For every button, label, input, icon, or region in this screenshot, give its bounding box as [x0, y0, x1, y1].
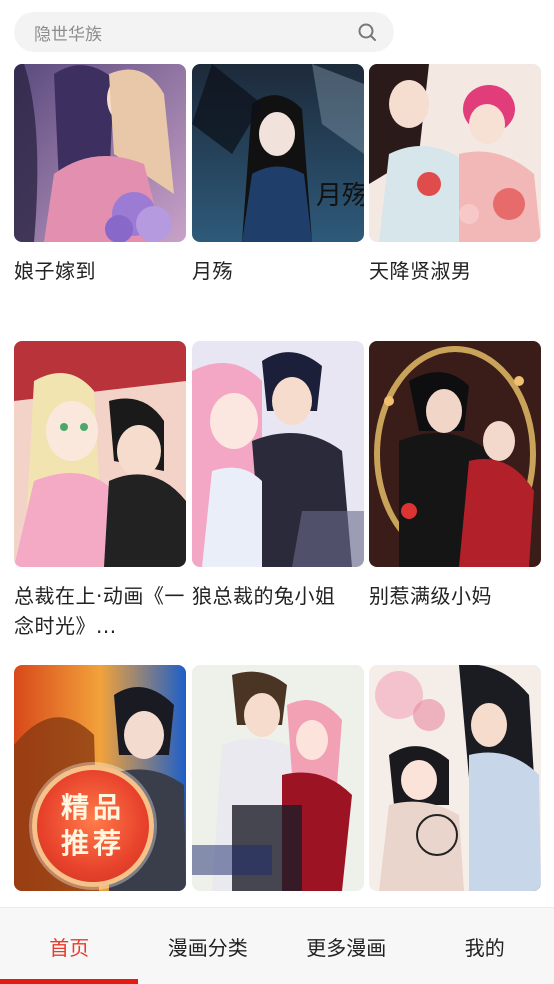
tab-categories[interactable]: 漫画分类 [139, 908, 278, 984]
comic-cover-5[interactable] [192, 341, 364, 567]
search-input[interactable]: 隐世华族 [34, 20, 356, 45]
tab-more-comics[interactable]: 更多漫画 [277, 908, 416, 984]
comic-card-2[interactable]: 月殇 月殇 [192, 64, 364, 286]
comic-title-3: 天降贤淑男 [369, 259, 472, 283]
tab-home[interactable]: 首页 [0, 908, 139, 984]
comic-card-9[interactable] [369, 665, 541, 891]
comic-title-2: 月殇 [192, 259, 233, 283]
tab-more-comics-label: 更多漫画 [306, 935, 387, 960]
comic-card-7[interactable]: 精品 推荐 [14, 665, 186, 891]
cover-calligraphy: 月殇 [316, 181, 364, 211]
comic-card-3[interactable]: 天降贤淑男 [369, 64, 541, 286]
comic-card-6[interactable]: 别惹满级小妈 [369, 341, 541, 611]
tab-profile[interactable]: 我的 [416, 908, 554, 984]
tab-categories-label: 漫画分类 [167, 935, 248, 960]
comic-title-4: 总裁在上·动画《一念时光》... [14, 584, 185, 638]
comic-title-5: 狼总裁的兔小姐 [192, 584, 336, 608]
comic-title-6: 别惹满级小妈 [369, 584, 492, 608]
tab-profile-label: 我的 [464, 935, 505, 960]
comic-cover-3[interactable] [369, 64, 541, 242]
comic-cover-6[interactable] [369, 341, 541, 567]
comic-cover-4[interactable] [14, 341, 186, 567]
comic-card-4[interactable]: 总裁在上·动画《一念时光》... [14, 341, 186, 641]
search-bar[interactable]: 隐世华族 [14, 12, 394, 52]
badge-line-2: 推荐 [60, 827, 125, 860]
comic-cover-9[interactable] [369, 665, 541, 891]
comic-card-8[interactable] [192, 665, 364, 891]
comic-card-1[interactable]: 娘子嫁到 [14, 64, 186, 286]
comic-title-1: 娘子嫁到 [14, 259, 96, 283]
comic-cover-2[interactable]: 月殇 [192, 64, 364, 242]
comic-cover-7[interactable]: 精品 推荐 [14, 665, 186, 891]
comic-cover-8[interactable] [192, 665, 364, 891]
search-icon[interactable] [356, 21, 378, 43]
comic-card-5[interactable]: 狼总裁的兔小姐 [192, 341, 364, 611]
comic-cover-1[interactable] [14, 64, 186, 242]
badge-line-1: 精品 [60, 791, 125, 824]
premium-recommend-badge: 精品 推荐 [32, 765, 154, 887]
bottom-tab-bar: 首页 漫画分类 更多漫画 我的 [0, 907, 554, 984]
active-tab-indicator [0, 979, 138, 984]
tab-home-label: 首页 [49, 935, 90, 960]
